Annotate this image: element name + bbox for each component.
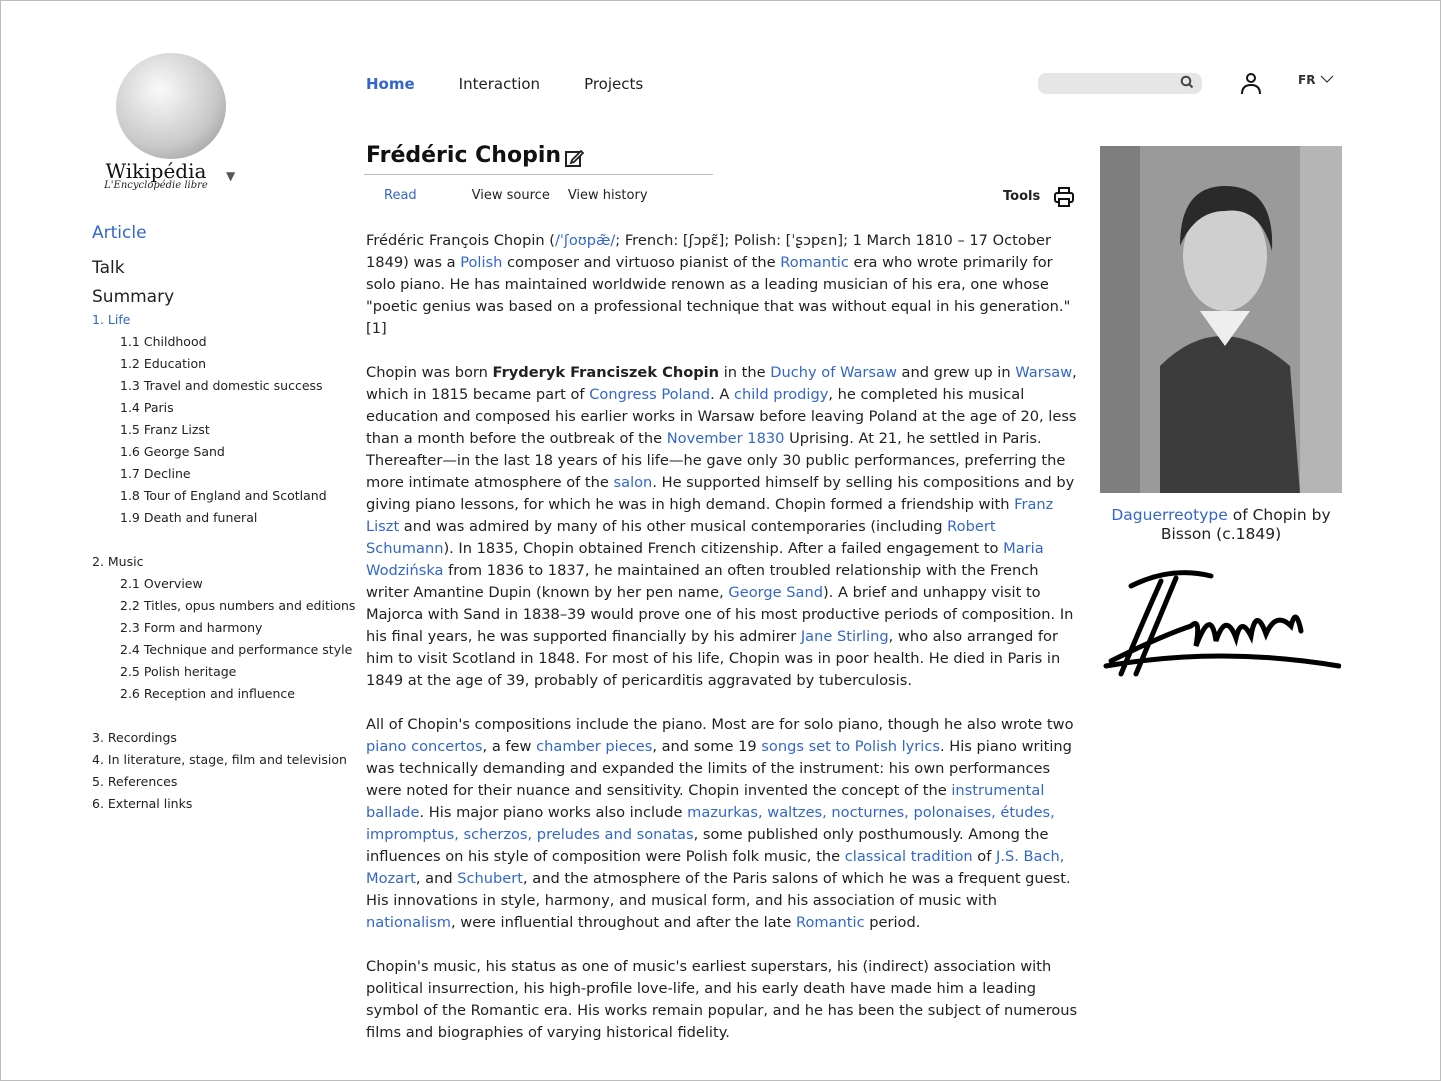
article-link[interactable]: Romantic	[780, 254, 849, 271]
article-link[interactable]: child prodigy	[734, 386, 828, 403]
text-run: and was admired by many of his other mus…	[399, 518, 948, 535]
article-link[interactable]: Warsaw	[1015, 364, 1072, 381]
nav-home[interactable]: Home	[366, 75, 415, 93]
article-link[interactable]: /ˈʃoʊpæ̃/	[555, 232, 615, 249]
text-run: . A	[710, 386, 734, 403]
language-label: FR	[1298, 73, 1316, 87]
toc-item[interactable]: 1. Life	[92, 309, 355, 331]
search-input[interactable]	[1038, 73, 1202, 94]
text-run: , and some 19	[652, 738, 762, 755]
toc-item[interactable]: 3. Recordings	[92, 727, 355, 749]
toc-item[interactable]: 5. References	[92, 771, 355, 793]
article-link[interactable]: songs set to Polish lyrics	[761, 738, 940, 755]
article-link[interactable]: nationalism	[366, 914, 451, 931]
chevron-down-icon	[1320, 75, 1334, 83]
edit-icon[interactable]	[564, 148, 585, 172]
text-run: . His major piano works also include	[419, 804, 688, 821]
sidebar-item-summary[interactable]: Summary	[92, 286, 355, 309]
text-run: period.	[864, 914, 921, 931]
page-tabs: Read View source View history	[384, 188, 666, 203]
text-run: All of Chopin's compositions include the…	[366, 716, 1074, 733]
puzzle-globe-icon	[116, 53, 226, 159]
article-link[interactable]: Polish	[460, 254, 502, 271]
text-run: of	[972, 848, 997, 865]
article-link[interactable]: Schubert	[457, 870, 523, 887]
bold-text: Fryderyk Franciszek Chopin	[492, 364, 720, 381]
sidebar-item-article[interactable]: Article	[92, 216, 355, 251]
text-run: in the	[719, 364, 771, 381]
paragraph: Frédéric François Chopin (/ˈʃoʊpæ̃/; Fre…	[366, 230, 1081, 340]
toc-item[interactable]: 2.6 Reception and influence	[92, 683, 355, 705]
toc-item[interactable]: 2.3 Form and harmony	[92, 617, 355, 639]
nav-projects[interactable]: Projects	[584, 75, 643, 93]
text-run: and grew up in	[896, 364, 1016, 381]
article-body: Frédéric François Chopin (/ˈʃoʊpæ̃/; Fre…	[366, 230, 1081, 1066]
logo-tagline: L'Encyclopédie libre	[104, 180, 208, 191]
toc-item[interactable]: 2.4 Technique and performance style	[92, 639, 355, 661]
article-link[interactable]: salon	[614, 474, 653, 491]
tab-view-history[interactable]: View history	[568, 188, 648, 203]
article-link[interactable]: chamber pieces	[536, 738, 652, 755]
article-link[interactable]: November 1830	[667, 430, 785, 447]
toc-item[interactable]: 1.1 Childhood	[92, 331, 355, 353]
toc-spacer	[92, 529, 355, 551]
toc-item[interactable]: 2. Music	[92, 551, 355, 573]
paragraph: Chopin was born Fryderyk Franciszek Chop…	[366, 362, 1081, 692]
top-nav: Home Interaction Projects	[366, 75, 687, 93]
page-title: Frédéric Chopin	[366, 143, 562, 168]
article-link[interactable]: piano concertos	[366, 738, 483, 755]
sidebar: Article Talk Summary 1. Life 1.1 Childhood 1.…	[92, 216, 355, 815]
language-selector[interactable]: FR	[1298, 73, 1334, 87]
nav-interaction[interactable]: Interaction	[459, 75, 540, 93]
toc-item[interactable]: 2.1 Overview	[92, 573, 355, 595]
article-link[interactable]: Duchy of Warsaw	[770, 364, 897, 381]
toc-item[interactable]: 1.8 Tour of England and Scotland	[92, 485, 355, 507]
toc-item[interactable]: 6. External links	[92, 793, 355, 815]
text-run: Chopin's music, his status as one of mus…	[366, 958, 1078, 1041]
article-link[interactable]: Romantic	[796, 914, 865, 931]
signature-image	[1101, 566, 1342, 688]
caret-down-icon[interactable]: ▼	[226, 169, 235, 183]
toc-item[interactable]: 1.5 Franz Lizst	[92, 419, 355, 441]
toc-item[interactable]: 1.7 Decline	[92, 463, 355, 485]
text-run: , a few	[482, 738, 537, 755]
toc-item[interactable]: 2.5 Polish heritage	[92, 661, 355, 683]
toc-item[interactable]: 4. In literature, stage, film and televi…	[92, 749, 355, 771]
text-run: composer and virtuoso pianist of the	[502, 254, 781, 271]
toc-item[interactable]: 2.2 Titles, opus numbers and editions	[92, 595, 355, 617]
article-link[interactable]: Congress Poland	[589, 386, 710, 403]
user-icon[interactable]	[1239, 71, 1263, 99]
toc-item[interactable]: 1.6 George Sand	[92, 441, 355, 463]
wikipedia-logo[interactable]: Wikipédia L'Encyclopédie libre	[101, 53, 241, 191]
toc-item[interactable]: 1.2 Education	[92, 353, 355, 375]
title-divider	[364, 174, 713, 175]
toc-item[interactable]: 1.4 Paris	[92, 397, 355, 419]
toc-item[interactable]: 1.3 Travel and domestic success	[92, 375, 355, 397]
text-run: Frédéric François Chopin (	[366, 232, 555, 249]
text-run: Chopin was born	[366, 364, 493, 381]
toc-spacer	[92, 705, 355, 727]
article-link[interactable]: George Sand	[728, 584, 823, 601]
tools-menu[interactable]: Tools	[1003, 189, 1040, 204]
paragraph: All of Chopin's compositions include the…	[366, 714, 1081, 934]
text-run: , were influential throughout and after …	[451, 914, 796, 931]
photo-caption: Daguerreotype of Chopin by Bisson (c.184…	[1100, 506, 1342, 544]
tab-view-source[interactable]: View source	[472, 188, 550, 203]
tab-read[interactable]: Read	[384, 188, 417, 203]
print-icon[interactable]	[1053, 186, 1075, 212]
sidebar-item-talk[interactable]: Talk	[92, 251, 355, 286]
toc-item[interactable]: 1.9 Death and funeral	[92, 507, 355, 529]
text-run: , and	[415, 870, 458, 887]
article-link[interactable]: Jane Stirling	[801, 628, 889, 645]
text-run: ). In 1835, Chopin obtained French citiz…	[443, 540, 1004, 557]
chopin-photo[interactable]	[1100, 146, 1342, 493]
search-icon[interactable]	[1180, 75, 1194, 93]
article-link[interactable]: classical tradition	[845, 848, 973, 865]
daguerreotype-link[interactable]: Daguerreotype	[1111, 506, 1227, 524]
paragraph: Chopin's music, his status as one of mus…	[366, 956, 1081, 1044]
